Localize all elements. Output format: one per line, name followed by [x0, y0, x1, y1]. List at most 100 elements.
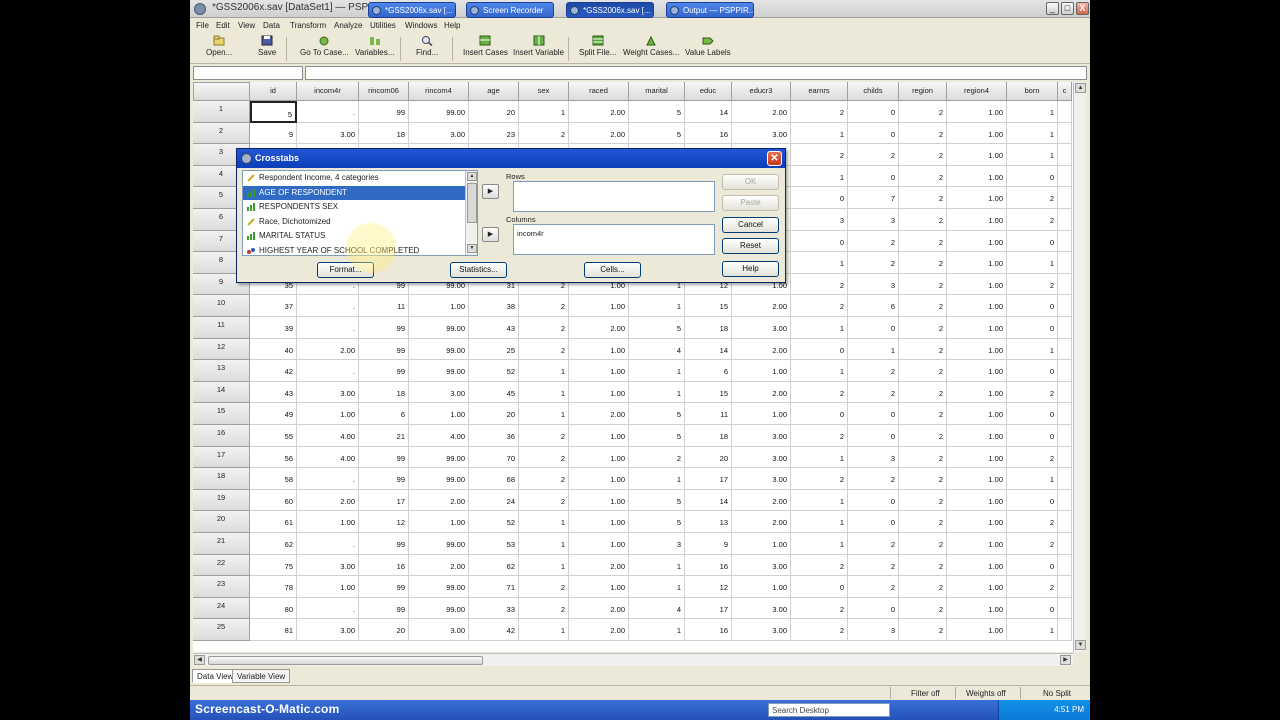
table-cell[interactable]: 1: [519, 101, 569, 123]
table-cell[interactable]: 99: [359, 597, 409, 620]
column-header[interactable]: educ: [685, 82, 732, 101]
table-cell[interactable]: 1.00: [409, 295, 469, 317]
table-cell[interactable]: 3.00: [297, 554, 359, 577]
table-cell[interactable]: 1: [629, 468, 685, 490]
move-to-columns-button[interactable]: ▶: [482, 227, 499, 242]
table-cell[interactable]: 2: [1007, 273, 1058, 296]
table-cell[interactable]: 0: [1007, 597, 1058, 620]
table-cell[interactable]: 62: [250, 533, 297, 555]
column-header[interactable]: marital: [629, 82, 685, 101]
table-cell[interactable]: 2: [1007, 511, 1058, 533]
table-cell[interactable]: 2: [899, 230, 947, 253]
table-cell[interactable]: 3.00: [732, 425, 791, 447]
table-cell[interactable]: 0: [791, 187, 848, 209]
table-cell[interactable]: 14: [685, 101, 732, 123]
table-cell[interactable]: 2: [899, 489, 947, 512]
table-cell[interactable]: 2: [899, 360, 947, 382]
table-cell[interactable]: 1.00: [569, 576, 629, 598]
table-cell[interactable]: 20: [359, 619, 409, 641]
table-cell[interactable]: 16: [359, 554, 409, 577]
table-cell[interactable]: 3.00: [732, 554, 791, 577]
horizontal-scrollbar[interactable]: ◀ ▶: [193, 653, 1073, 666]
table-cell[interactable]: .: [297, 101, 359, 123]
table-cell[interactable]: 2: [848, 360, 899, 382]
scroll-left-arrow-icon[interactable]: ◀: [194, 655, 205, 665]
table-cell[interactable]: 1.00: [297, 576, 359, 598]
desktop-search-input[interactable]: Search Desktop: [768, 703, 890, 717]
table-cell[interactable]: 1: [791, 122, 848, 145]
row-header[interactable]: 2: [193, 122, 250, 145]
columns-list[interactable]: incom4r: [513, 224, 715, 255]
table-cell[interactable]: 99.00: [409, 101, 469, 123]
table-cell[interactable]: 20: [469, 403, 519, 425]
scroll-up-arrow-icon[interactable]: ▲: [1075, 83, 1086, 93]
table-cell[interactable]: 1: [519, 360, 569, 382]
table-cell[interactable]: 4: [629, 597, 685, 620]
table-cell[interactable]: 38: [469, 295, 519, 317]
table-cell[interactable]: 1: [629, 576, 685, 598]
table-cell[interactable]: 2: [848, 252, 899, 274]
table-cell[interactable]: 0: [1007, 165, 1058, 188]
table-cell[interactable]: [1058, 425, 1072, 447]
table-cell[interactable]: [1058, 338, 1072, 361]
column-header[interactable]: c: [1058, 82, 1072, 101]
table-cell[interactable]: 99.00: [409, 317, 469, 339]
table-cell[interactable]: 0: [1007, 360, 1058, 382]
table-cell[interactable]: 2: [899, 381, 947, 404]
table-cell[interactable]: 2: [899, 165, 947, 188]
table-cell[interactable]: 1.00: [569, 511, 629, 533]
table-cell[interactable]: 81: [250, 619, 297, 641]
column-header[interactable]: raced: [569, 82, 629, 101]
row-header[interactable]: 12: [193, 338, 250, 361]
table-cell[interactable]: 2.00: [569, 101, 629, 123]
table-cell[interactable]: 1: [519, 554, 569, 577]
row-header[interactable]: 15: [193, 403, 250, 425]
table-cell[interactable]: [1058, 403, 1072, 425]
table-cell[interactable]: 52: [469, 511, 519, 533]
table-cell[interactable]: 99.00: [409, 533, 469, 555]
table-cell[interactable]: 20: [469, 101, 519, 123]
table-cell[interactable]: 1: [629, 381, 685, 404]
open-button[interactable]: Open...: [206, 35, 232, 57]
table-cell[interactable]: 1.00: [947, 381, 1007, 404]
weight-cases-button[interactable]: Weight Cases...: [623, 35, 679, 57]
table-cell[interactable]: 2: [899, 597, 947, 620]
help-button[interactable]: Help: [722, 261, 779, 277]
column-header[interactable]: age: [469, 82, 519, 101]
table-cell[interactable]: 3: [848, 273, 899, 296]
table-cell[interactable]: 11: [685, 403, 732, 425]
table-cell[interactable]: 3: [629, 533, 685, 555]
table-cell[interactable]: 2: [791, 468, 848, 490]
table-cell[interactable]: 99.00: [409, 360, 469, 382]
menu-data[interactable]: Data: [263, 21, 280, 30]
table-cell[interactable]: 3.00: [732, 597, 791, 620]
table-cell[interactable]: 99.00: [409, 576, 469, 598]
table-cell[interactable]: 2.00: [732, 338, 791, 361]
table-cell[interactable]: 1: [629, 360, 685, 382]
table-cell[interactable]: 3.00: [732, 122, 791, 145]
tab-variable-view[interactable]: Variable View: [232, 669, 291, 683]
column-header[interactable]: incom4r: [297, 82, 359, 101]
table-cell[interactable]: 1: [1007, 101, 1058, 123]
table-cell[interactable]: 2: [791, 101, 848, 123]
row-header[interactable]: 20: [193, 511, 250, 533]
table-cell[interactable]: 3.00: [409, 381, 469, 404]
table-cell[interactable]: 1.00: [947, 122, 1007, 145]
table-cell[interactable]: [1058, 165, 1072, 188]
table-cell[interactable]: 1: [791, 533, 848, 555]
statistics-button[interactable]: Statistics...: [450, 262, 507, 278]
table-cell[interactable]: 2: [899, 511, 947, 533]
table-cell[interactable]: 1.00: [947, 165, 1007, 188]
move-to-rows-button[interactable]: ▶: [482, 184, 499, 199]
horizontal-scroll-thumb[interactable]: [208, 656, 483, 665]
table-cell[interactable]: 2: [1007, 576, 1058, 598]
table-cell[interactable]: 2: [791, 597, 848, 620]
table-cell[interactable]: 2.00: [569, 122, 629, 145]
taskbar-item[interactable]: Screen Recorder: [466, 2, 554, 18]
table-cell[interactable]: 6: [848, 295, 899, 317]
table-cell[interactable]: 2: [848, 576, 899, 598]
table-cell[interactable]: [1058, 619, 1072, 641]
table-cell[interactable]: 1.00: [947, 187, 1007, 209]
table-cell[interactable]: 58: [250, 468, 297, 490]
table-cell[interactable]: [1058, 252, 1072, 274]
